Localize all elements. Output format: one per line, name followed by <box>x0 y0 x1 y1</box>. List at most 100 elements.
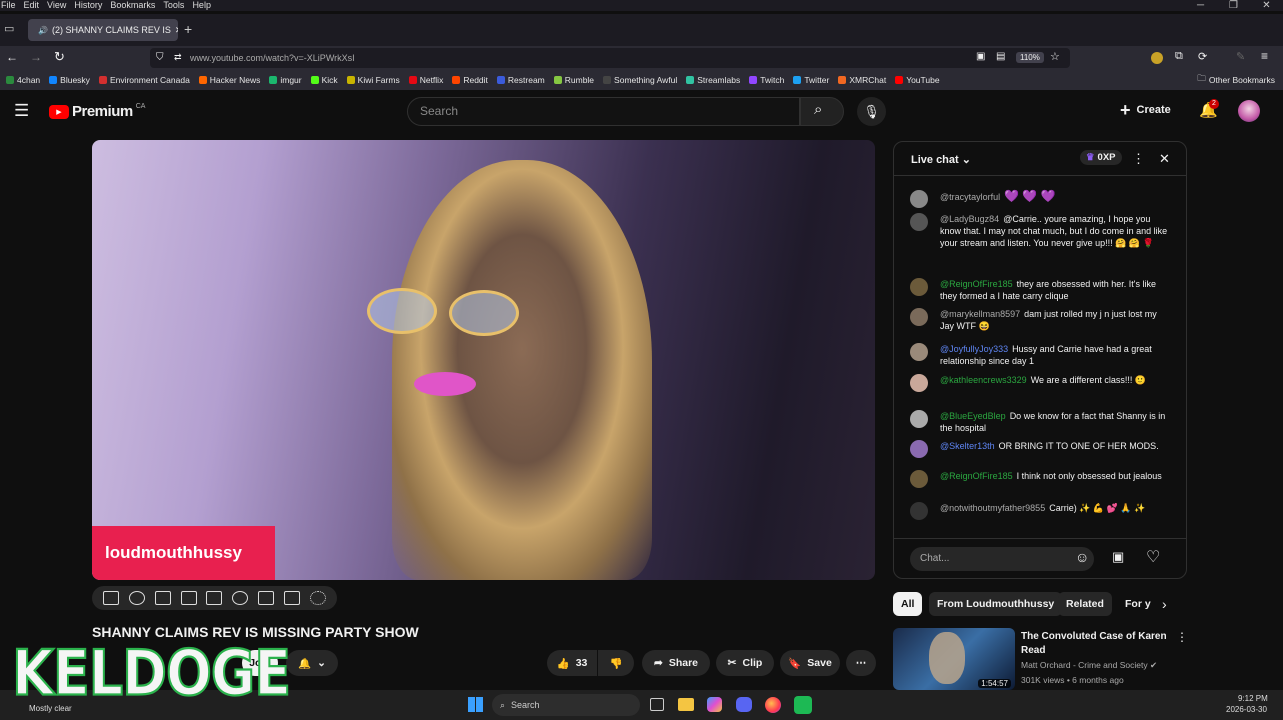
youtube-logo[interactable]: ▶ Premium CA <box>49 103 145 120</box>
bookmark-twitter[interactable]: Twitter <box>793 75 829 85</box>
voice-search-button[interactable]: 🎙 <box>857 97 886 126</box>
firefox-icon[interactable] <box>765 697 781 713</box>
xp-badge[interactable]: ♛ 0XP <box>1080 150 1122 165</box>
super-chat-icon[interactable]: ▣ <box>1112 549 1124 565</box>
bookmark-twitch[interactable]: Twitch <box>749 75 784 85</box>
chip-from-channel[interactable]: From Loudmouthhussy <box>929 592 1063 616</box>
chat-input[interactable]: Chat... <box>910 547 1094 571</box>
forward-icon[interactable]: → <box>30 50 42 64</box>
search-button[interactable]: ⌕ <box>800 97 844 126</box>
broadcast-icon[interactable] <box>128 591 145 605</box>
emoji-icon[interactable]: ☺ <box>1075 549 1089 565</box>
heart-icon[interactable]: ♡ <box>1146 547 1160 567</box>
loop-icon[interactable] <box>102 591 119 605</box>
bookmark-imgur[interactable]: imgur <box>269 75 302 85</box>
bookmark-kick[interactable]: Kick <box>310 75 338 85</box>
chat-author[interactable]: @ReignOfFire185 <box>940 471 1013 481</box>
tab-list-icon[interactable]: ▭ <box>4 22 14 35</box>
clock-time[interactable]: 9:12 PM <box>1238 694 1268 703</box>
chat-author[interactable]: @marykellman8597 <box>940 309 1020 319</box>
chat-author[interactable]: @Skelter13th <box>940 441 995 451</box>
active-app-icon[interactable] <box>794 696 812 714</box>
bookmark-star-icon[interactable]: ☆ <box>1050 50 1060 63</box>
like-button[interactable]: 👍 33 <box>547 650 597 676</box>
menu-view[interactable]: View <box>47 0 66 11</box>
other-bookmarks[interactable]: 🗀 Other Bookmarks <box>1197 73 1275 87</box>
bookmark-something-awful[interactable]: Something Awful <box>603 75 677 85</box>
clip-button[interactable]: ✂ Clip <box>716 650 774 676</box>
chat-mode-dropdown[interactable]: Live chat ⌄ <box>911 153 971 166</box>
video-thumbnail[interactable]: 1:54:57 <box>893 628 1015 690</box>
pip-player-icon[interactable] <box>206 591 223 605</box>
reader-icon[interactable]: ▣ <box>976 51 985 62</box>
chat-author[interactable]: @kathleencrews3329 <box>940 375 1027 385</box>
bookmark-hacker-news[interactable]: Hacker News <box>198 75 260 85</box>
close-chat-icon[interactable]: ✕ <box>1159 151 1170 167</box>
sync-icon[interactable]: ⟳ <box>1198 50 1207 63</box>
menu-tools[interactable]: Tools <box>163 0 184 11</box>
chat-author[interactable]: @tracytaylorful <box>940 192 1000 202</box>
zoom-badge[interactable]: 110% <box>1016 52 1044 63</box>
add-frame-icon[interactable] <box>258 591 275 605</box>
more-actions-button[interactable]: ⋯ <box>846 650 876 676</box>
speed-gauge-icon[interactable] <box>232 591 249 605</box>
extension-icon[interactable] <box>1151 52 1163 64</box>
new-tab-icon[interactable]: + <box>184 21 192 37</box>
dislike-button[interactable]: 👎 <box>598 650 634 676</box>
video-player[interactable]: loudmouthhussy <box>92 140 875 580</box>
tab-youtube[interactable]: 🔊 (2) SHANNY CLAIMS REV IS ✕ <box>28 19 178 41</box>
bookmark-environment-canada[interactable]: Environment Canada <box>98 75 190 85</box>
windows-start-icon[interactable] <box>468 697 483 712</box>
chip-related[interactable]: Related <box>1058 592 1112 616</box>
audio-icon[interactable]: 🔊 <box>38 26 48 35</box>
share-button[interactable]: ➦ Share <box>642 650 710 676</box>
subtitles-icon[interactable] <box>154 591 171 605</box>
app-menu-icon[interactable]: ≡ <box>1261 49 1268 63</box>
extensions-puzzle-icon[interactable]: ⧉ <box>1175 50 1183 63</box>
taskbar-search[interactable]: ⌕ Search <box>492 694 640 716</box>
clapper-icon[interactable] <box>180 591 197 605</box>
menu-help[interactable]: Help <box>192 0 211 11</box>
notifications-subscribe-button[interactable]: 🔔 ⌄ <box>286 650 338 676</box>
chat-author[interactable]: @BlueEyedBlep <box>940 411 1006 421</box>
menu-bookmarks[interactable]: Bookmarks <box>110 0 155 11</box>
file-explorer-icon[interactable] <box>678 698 694 711</box>
more-vertical-icon[interactable]: ⋮ <box>1132 151 1145 167</box>
bookmark-restream[interactable]: Restream <box>496 75 545 85</box>
close-tab-icon[interactable]: ✕ <box>175 25 178 36</box>
chat-author[interactable]: @notwithoutmyfather9855 <box>940 503 1045 513</box>
restore-icon[interactable]: ❐ <box>1217 0 1250 14</box>
bookmark-4chan[interactable]: 4chan <box>6 75 40 85</box>
bookmark-youtube[interactable]: YouTube <box>895 75 940 85</box>
close-window-icon[interactable]: ✕ <box>1250 0 1283 14</box>
url-bar[interactable]: ⛉ ⇄ www.youtube.com/watch?v=-XLiPWrkXsI … <box>150 48 1070 68</box>
screenshot-camera-icon[interactable] <box>284 591 301 605</box>
pen-icon[interactable]: ✎ <box>1236 50 1245 63</box>
minimize-icon[interactable]: ─ <box>1184 0 1217 14</box>
settings-gear-icon[interactable] <box>309 591 326 605</box>
bookmark-reddit[interactable]: Reddit <box>452 75 488 85</box>
copilot-icon[interactable] <box>707 697 722 712</box>
back-icon[interactable]: ← <box>6 50 18 64</box>
clock-date[interactable]: 2026-03-30 <box>1226 705 1267 714</box>
bookmark-netflix[interactable]: Netflix <box>408 75 443 85</box>
avatar[interactable] <box>1238 100 1260 122</box>
chip-for-you[interactable]: For y <box>1117 592 1153 616</box>
chat-author[interactable]: @LadyBugz84 <box>940 214 999 224</box>
discord-icon[interactable] <box>736 697 752 712</box>
recommendation-card[interactable]: 1:54:57 The Convoluted Case of Karen Rea… <box>893 628 1193 690</box>
bookmark-streamlabs[interactable]: Streamlabs <box>686 75 740 85</box>
task-view-icon[interactable] <box>650 698 664 711</box>
menu-edit[interactable]: Edit <box>24 0 40 11</box>
menu-file[interactable]: File <box>1 0 16 11</box>
reload-icon[interactable]: ↻ <box>54 49 65 65</box>
save-button[interactable]: 🔖 Save <box>780 650 840 676</box>
hamburger-menu-icon[interactable]: ☰ <box>14 101 29 121</box>
shield-icon[interactable]: ⛉ <box>156 52 164 63</box>
bookmark-bluesky[interactable]: Bluesky <box>49 75 90 85</box>
bookmark-rumble[interactable]: Rumble <box>553 75 594 85</box>
chat-author[interactable]: @JoyfullyJoy333 <box>940 344 1008 354</box>
permissions-icon[interactable]: ⇄ <box>174 52 182 63</box>
more-vertical-icon[interactable]: ⋮ <box>1176 630 1188 644</box>
menu-history[interactable]: History <box>74 0 102 11</box>
